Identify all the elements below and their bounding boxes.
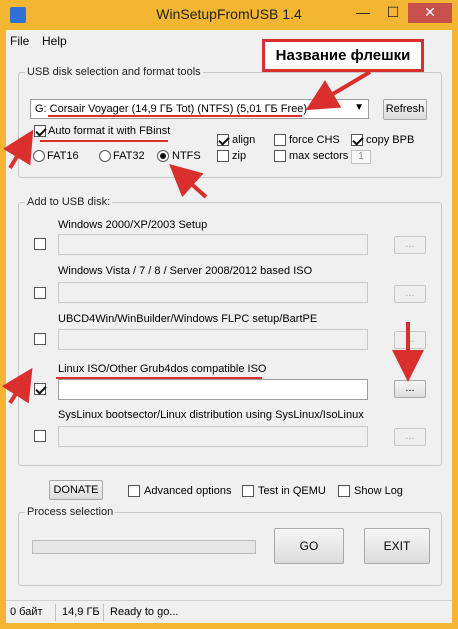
zip-label: zip (232, 150, 247, 162)
refresh-button[interactable]: Refresh (383, 99, 427, 120)
linux-iso-label: Linux ISO/Other Grub4dos compatible ISO (58, 363, 267, 375)
menu-file[interactable]: File (10, 34, 29, 48)
windows-vista-browse-button[interactable]: ... (394, 285, 426, 303)
annotation-underline-autoformat (40, 140, 168, 142)
force-chs-label: force CHS (289, 134, 340, 146)
status-message: Ready to go... (110, 606, 179, 618)
windows-xp-browse-button[interactable]: ... (394, 236, 426, 254)
menu-help[interactable]: Help (42, 34, 67, 48)
advanced-options-label: Advanced options (144, 485, 232, 497)
main-window: WinSetupFromUSB 1.4 — ☐ ✕ File Help USB … (0, 0, 458, 629)
add-to-usb-legend: Add to USB disk: (27, 196, 111, 208)
fat32-label: FAT32 (113, 150, 145, 162)
test-qemu-checkbox[interactable] (242, 485, 254, 497)
chevron-down-icon: ▼ (354, 102, 364, 113)
show-log-label: Show Log (354, 485, 403, 497)
ntfs-label: NTFS (172, 150, 201, 162)
align-label: align (232, 134, 256, 146)
title-bar: WinSetupFromUSB 1.4 — ☐ ✕ (0, 0, 458, 30)
ubcd4win-path[interactable] (58, 329, 368, 350)
fat32-radio[interactable] (99, 150, 111, 162)
syslinux-label: SysLinux bootsector/Linux distribution u… (58, 409, 364, 421)
go-button[interactable]: GO (274, 528, 344, 564)
align-checkbox[interactable] (217, 134, 229, 146)
annotation-underline-disk (48, 115, 302, 117)
windows-vista-checkbox[interactable] (34, 287, 46, 299)
close-button[interactable]: ✕ (408, 3, 452, 23)
usb-selection-group: USB disk selection and format tools (18, 66, 442, 178)
windows-vista-label: Windows Vista / 7 / 8 / Server 2008/2012… (58, 265, 313, 277)
syslinux-checkbox[interactable] (34, 430, 46, 442)
status-size-used: 0 байт (6, 604, 56, 621)
linux-iso-path[interactable] (58, 379, 368, 400)
progress-bar (32, 540, 256, 554)
advanced-options-checkbox[interactable] (128, 485, 140, 497)
test-qemu-label: Test in QEMU (258, 485, 326, 497)
windows-vista-path[interactable] (58, 282, 368, 303)
selected-disk: G: Corsair Voyager (14,9 ГБ Tot) (NTFS) … (35, 103, 308, 115)
max-sectors-input[interactable]: 1 (351, 150, 371, 164)
usb-selection-legend: USB disk selection and format tools (27, 66, 201, 78)
force-chs-checkbox[interactable] (274, 134, 286, 146)
max-sectors-checkbox[interactable] (274, 150, 286, 162)
linux-iso-browse-button[interactable]: ... (394, 380, 426, 398)
linux-iso-checkbox[interactable] (34, 383, 46, 395)
annotation-callout: Название флешки (262, 39, 424, 72)
syslinux-path[interactable] (58, 426, 368, 447)
windows-xp-label: Windows 2000/XP/2003 Setup (58, 219, 208, 231)
zip-checkbox[interactable] (217, 150, 229, 162)
max-sectors-label: max sectors (289, 150, 349, 162)
ubcd4win-checkbox[interactable] (34, 333, 46, 345)
auto-format-label: Auto format it with FBinst (48, 125, 171, 137)
show-log-checkbox[interactable] (338, 485, 350, 497)
fat16-radio[interactable] (33, 150, 45, 162)
donate-button[interactable]: DONATE (49, 480, 103, 500)
exit-button[interactable]: EXIT (364, 528, 430, 564)
ubcd4win-label: UBCD4Win/WinBuilder/Windows FLPC setup/B… (58, 313, 318, 325)
minimize-button[interactable]: — (350, 3, 376, 23)
ntfs-radio[interactable] (157, 150, 169, 162)
copy-bpb-label: copy BPB (366, 134, 415, 146)
windows-xp-checkbox[interactable] (34, 238, 46, 250)
copy-bpb-checkbox[interactable] (351, 134, 363, 146)
annotation-underline-linux (56, 377, 262, 379)
syslinux-browse-button[interactable]: ... (394, 428, 426, 446)
windows-xp-path[interactable] (58, 234, 368, 255)
ubcd4win-browse-button[interactable]: ... (394, 331, 426, 349)
fat16-label: FAT16 (47, 150, 79, 162)
process-selection-legend: Process selection (27, 506, 114, 518)
maximize-button[interactable]: ☐ (380, 3, 406, 23)
status-bar: 0 байт 14,9 ГБ Ready to go... (6, 600, 452, 623)
auto-format-checkbox[interactable] (34, 125, 46, 137)
status-size-total: 14,9 ГБ (58, 604, 104, 621)
